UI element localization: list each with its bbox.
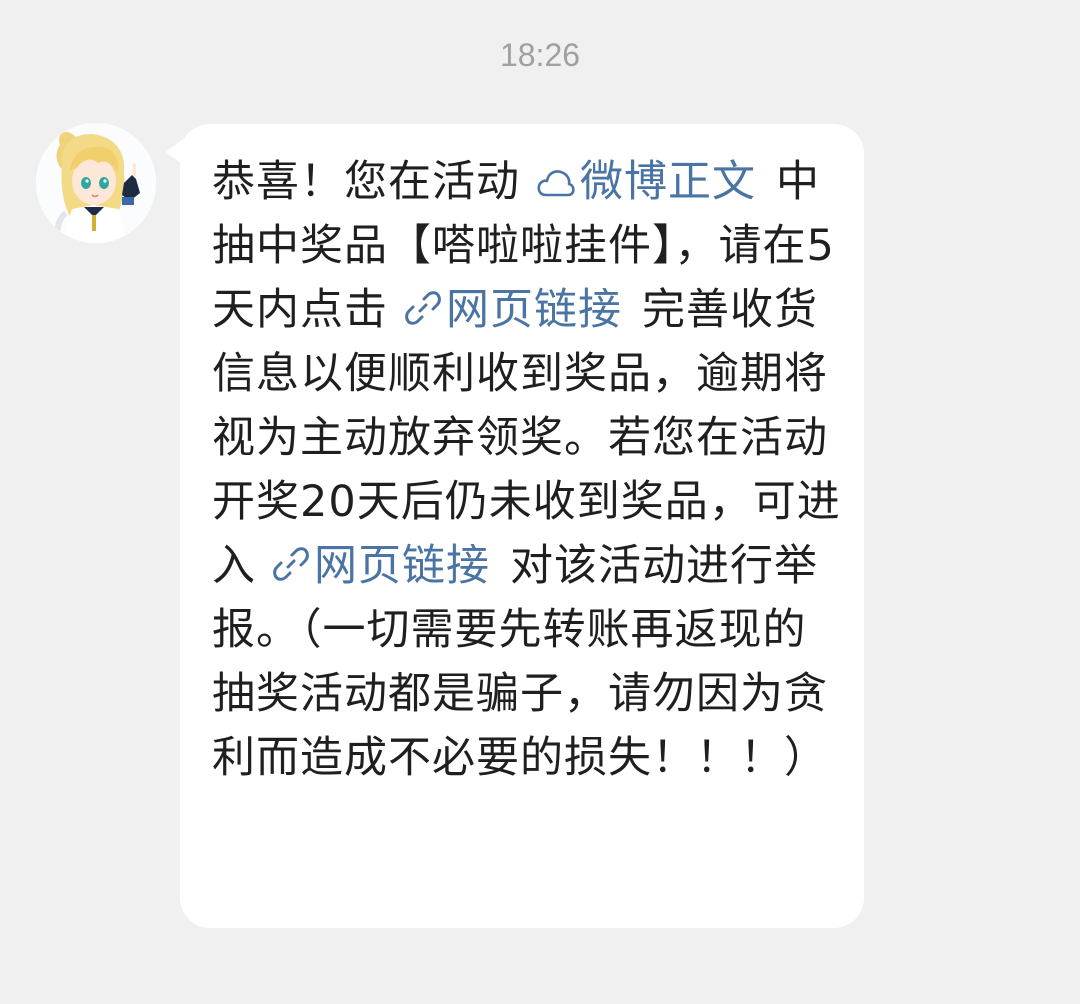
web-link-2[interactable]: 网页链接 xyxy=(256,541,490,591)
sender-avatar[interactable] xyxy=(36,123,156,243)
message-segment-1: 恭喜！您在活动 xyxy=(212,157,520,207)
message-timestamp: 18:26 xyxy=(499,37,581,73)
web-link-2-label: 网页链接 xyxy=(314,541,490,591)
message-text: 恭喜！您在活动 微博正文 中抽中奖品【嗒啦啦挂件】，请在5天内点击 网页链接 完善收货信… xyxy=(212,150,844,790)
weibo-cloud-icon xyxy=(537,170,575,197)
anime-character-avatar-icon xyxy=(36,123,156,243)
weibo-post-link[interactable]: 微博正文 xyxy=(520,157,756,207)
web-link-1-label: 网页链接 xyxy=(446,285,622,335)
web-link-1[interactable]: 网页链接 xyxy=(388,285,622,335)
chain-link-icon xyxy=(273,547,309,581)
weibo-post-link-label: 微博正文 xyxy=(580,157,756,207)
chain-link-icon xyxy=(405,291,441,325)
